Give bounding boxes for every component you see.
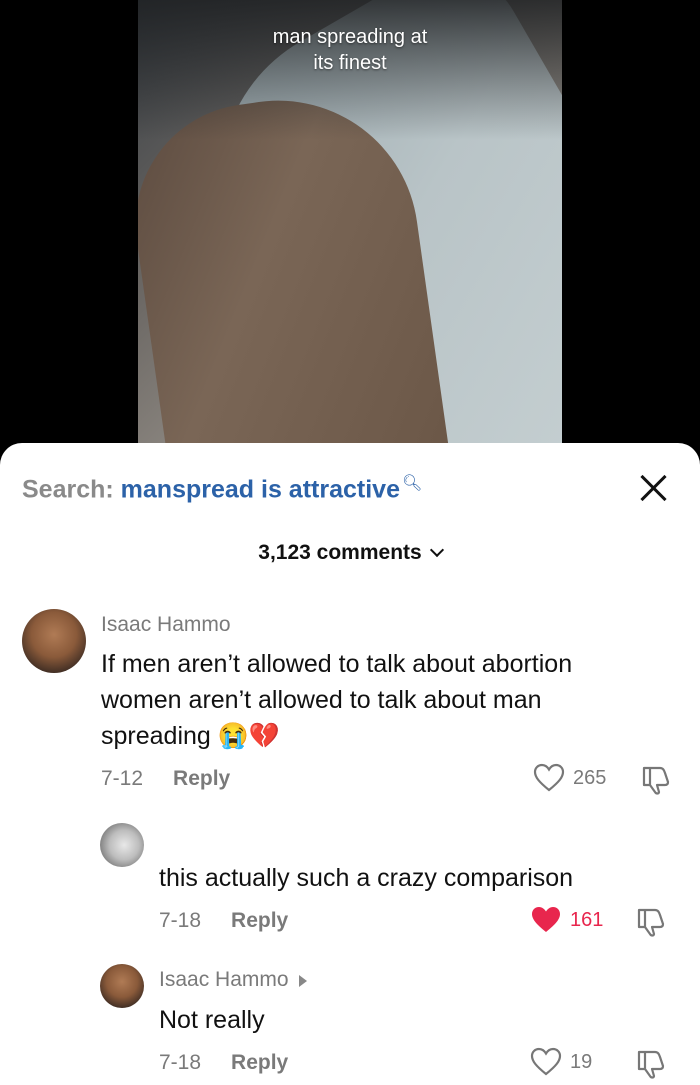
like-count: 19 <box>570 1051 593 1073</box>
chevron-down-icon <box>429 542 444 558</box>
dislike-icon[interactable] <box>640 764 672 796</box>
comments-count-label: 3,123 comments <box>258 541 422 564</box>
comment-text: If men aren’t allowed to talk about abor… <box>101 646 681 754</box>
comment-text: Not really <box>159 1006 265 1034</box>
comment-meta: 7-12 Reply <box>101 767 230 791</box>
avatar[interactable] <box>100 823 144 867</box>
comment-text: this actually such a crazy comparison <box>159 864 574 892</box>
comments-count[interactable]: 3,123 comments <box>0 541 700 565</box>
comment-text-line: women aren’t allowed to talk about man <box>101 686 542 714</box>
comment-text-line: If men aren’t allowed to talk about abor… <box>101 650 573 678</box>
video-caption: man spreading at its finest <box>0 24 700 76</box>
comment-date: 7-18 <box>159 909 202 932</box>
dislike-icon[interactable] <box>635 1048 667 1080</box>
avatar[interactable] <box>22 609 86 673</box>
comment-author[interactable]: Isaac Hammo <box>101 613 231 637</box>
comment-meta: 7-18 Reply <box>159 909 288 933</box>
video-caption-line-1: man spreading at <box>272 26 428 48</box>
reply-button[interactable]: Reply <box>231 909 288 932</box>
comments-sheet: Search: manspread is attractive 🔍︎ 3,123 … <box>0 443 700 1085</box>
heart-icon[interactable] <box>533 763 565 793</box>
heart-icon[interactable] <box>530 905 562 935</box>
search-query[interactable]: manspread is attractive <box>121 475 400 503</box>
comment-author[interactable]: Isaac Hammo <box>159 968 307 992</box>
video-player[interactable]: man spreading at its finest <box>0 0 700 470</box>
comment-date: 7-18 <box>159 1051 202 1074</box>
close-icon[interactable] <box>638 473 668 503</box>
search-label: Search: <box>22 475 114 504</box>
search-icon: 🔍︎ <box>401 475 423 492</box>
comment-text-line: spreading 😭💔 <box>101 722 281 750</box>
like-count: 265 <box>573 767 607 789</box>
reply-button[interactable]: Reply <box>231 1051 288 1074</box>
search-suggestion[interactable]: Search: manspread is attractive 🔍︎ <box>22 473 422 504</box>
reply-arrow-icon <box>298 975 307 987</box>
comment-author-name: Isaac Hammo <box>159 968 289 991</box>
heart-icon[interactable] <box>530 1047 562 1077</box>
video-caption-line-2: its finest <box>313 52 387 74</box>
reply-button[interactable]: Reply <box>173 767 230 790</box>
dislike-icon[interactable] <box>635 906 667 938</box>
comment-date: 7-12 <box>101 767 144 790</box>
avatar[interactable] <box>100 964 144 1008</box>
like-count: 161 <box>570 909 604 931</box>
comment-meta: 7-18 Reply <box>159 1051 288 1075</box>
